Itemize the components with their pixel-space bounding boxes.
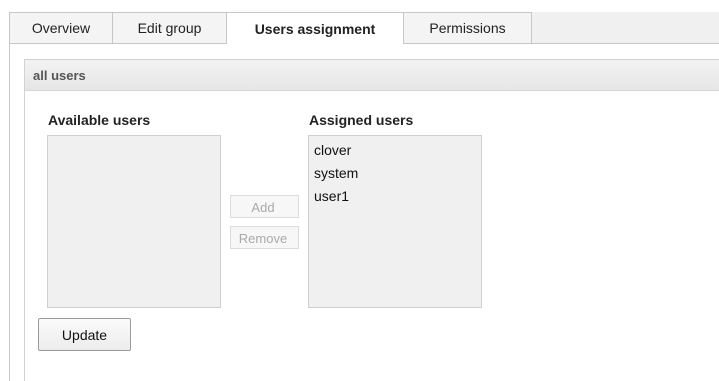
remove-button[interactable]: Remove [230, 226, 299, 249]
group-section: all users Available users Add Remove Ass… [24, 59, 719, 381]
add-button[interactable]: Add [230, 195, 299, 218]
list-item[interactable]: system [309, 162, 481, 185]
tab-edit-group[interactable]: Edit group [112, 12, 227, 43]
assigned-users-list[interactable]: clover system user1 [308, 135, 482, 308]
tab-overview[interactable]: Overview [9, 12, 113, 43]
available-users-list[interactable] [47, 135, 221, 308]
list-item[interactable]: clover [309, 139, 481, 162]
tab-panel: all users Available users Add Remove Ass… [9, 44, 719, 381]
update-button[interactable]: Update [38, 318, 131, 351]
tab-permissions[interactable]: Permissions [403, 12, 532, 43]
tab-users-assignment[interactable]: Users assignment [226, 12, 404, 44]
section-title: all users [25, 60, 719, 91]
list-item[interactable]: user1 [309, 185, 481, 208]
users-assignment-screen: Overview Edit group Users assignment Per… [0, 0, 719, 381]
tab-strip: Overview Edit group Users assignment Per… [9, 12, 719, 44]
available-users-label: Available users [48, 112, 151, 128]
assigned-users-label: Assigned users [309, 112, 414, 128]
